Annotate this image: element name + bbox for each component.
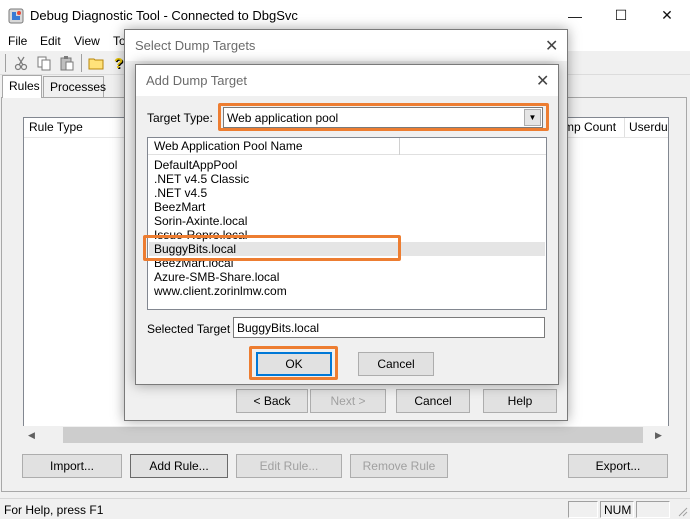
ok-button-label: OK: [285, 357, 303, 371]
app-pool-list-header: Web Application Pool Name: [148, 138, 546, 155]
maximize-icon: ☐: [614, 7, 628, 23]
toolbar-separator: [5, 54, 6, 72]
maximize-button[interactable]: ☐: [598, 0, 644, 31]
help-button[interactable]: Help: [483, 389, 557, 413]
column-pool-name[interactable]: Web Application Pool Name: [154, 139, 303, 153]
scroll-left-icon[interactable]: ◀: [23, 426, 40, 444]
dialog-cancel-button-label: Cancel: [377, 357, 415, 371]
export-button-label: Export...: [595, 459, 641, 473]
status-pane-scrl: [636, 501, 670, 518]
edit-rule-button[interactable]: Edit Rule...: [236, 454, 342, 478]
window-title: Debug Diagnostic Tool - Connected to Dbg…: [30, 8, 298, 23]
chevron-down-icon[interactable]: ▼: [524, 109, 541, 126]
svg-text:?: ?: [114, 55, 123, 71]
list-item[interactable]: .NET v4.5 Classic: [149, 172, 545, 186]
statusbar: For Help, press F1 NUM: [0, 498, 690, 519]
export-button[interactable]: Export...: [568, 454, 668, 478]
scroll-right-icon[interactable]: ▶: [650, 426, 667, 444]
menu-view[interactable]: View: [74, 34, 100, 48]
list-item[interactable]: Sorin-Axinte.local: [149, 214, 545, 228]
main-titlebar: Debug Diagnostic Tool - Connected to Dbg…: [0, 0, 690, 31]
app-pool-list[interactable]: Web Application Pool Name DefaultAppPool…: [147, 137, 547, 310]
target-type-value: Web application pool: [227, 111, 339, 125]
select-dump-targets-title: Select Dump Targets: [135, 38, 256, 53]
cancel-button-label: Cancel: [414, 394, 452, 408]
list-item[interactable]: www.client.zorinlmw.com: [149, 284, 545, 298]
minimize-icon: —: [568, 7, 582, 24]
column-rule-type[interactable]: Rule Type: [29, 120, 83, 134]
scroll-thumb[interactable]: [63, 427, 643, 443]
minimize-button[interactable]: —: [552, 0, 598, 31]
column-separator: [399, 138, 400, 155]
add-rule-button[interactable]: Add Rule...: [130, 454, 228, 478]
next-button[interactable]: Next >: [310, 389, 386, 413]
remove-rule-button[interactable]: Remove Rule: [350, 454, 448, 478]
dialog-cancel-button[interactable]: Cancel: [358, 352, 434, 376]
open-folder-icon[interactable]: [88, 55, 104, 71]
list-item[interactable]: DefaultAppPool: [149, 158, 545, 172]
list-item-selected[interactable]: BuggyBits.local: [149, 242, 545, 256]
add-dump-target-dialog: Add Dump Target ✕ Target Type: Web appli…: [135, 64, 559, 385]
cancel-button[interactable]: Cancel: [396, 389, 470, 413]
list-item[interactable]: Issue-Repro.local: [149, 228, 545, 242]
back-button-label: < Back: [253, 394, 291, 408]
back-button[interactable]: < Back: [236, 389, 308, 413]
column-separator: [624, 118, 625, 137]
horizontal-scrollbar[interactable]: ◀ ▶: [23, 426, 669, 444]
status-num: NUM: [600, 501, 634, 518]
copy-icon[interactable]: [36, 55, 52, 71]
selected-target-field[interactable]: BuggyBits.local: [233, 317, 545, 338]
status-pane-empty: [568, 501, 598, 518]
size-grip-icon[interactable]: [676, 505, 688, 517]
close-button[interactable]: ✕: [644, 0, 690, 31]
tab-processes[interactable]: Processes: [43, 76, 106, 98]
select-dump-targets-titlebar: Select Dump Targets ✕: [125, 30, 567, 61]
list-item[interactable]: .NET v4.5: [149, 186, 545, 200]
import-button[interactable]: Import...: [22, 454, 122, 478]
remove-rule-button-label: Remove Rule: [362, 459, 436, 473]
selected-target-label: Selected Target: [147, 322, 231, 336]
menu-file[interactable]: File: [8, 34, 27, 48]
column-dump-count[interactable]: mp Count: [564, 120, 616, 134]
paste-icon[interactable]: [59, 55, 75, 71]
column-userdump[interactable]: Userdu: [629, 120, 668, 134]
toolbar-separator: [81, 54, 82, 72]
target-type-combo[interactable]: Web application pool ▼: [223, 107, 543, 128]
close-icon: ✕: [661, 7, 673, 23]
ok-button[interactable]: OK: [256, 352, 332, 376]
import-button-label: Import...: [49, 459, 94, 473]
add-dump-target-title: Add Dump Target: [146, 73, 247, 88]
next-button-label: Next >: [330, 394, 366, 408]
help-button-label: Help: [507, 394, 533, 408]
status-help-text: For Help, press F1: [4, 503, 104, 517]
close-icon[interactable]: ✕: [545, 36, 558, 56]
list-item[interactable]: Azure-SMB-Share.local: [149, 270, 545, 284]
add-dump-target-titlebar: Add Dump Target ✕: [136, 65, 558, 96]
list-item[interactable]: BeezMart.local: [149, 256, 545, 270]
target-type-label: Target Type:: [147, 111, 213, 125]
close-icon[interactable]: ✕: [536, 71, 549, 91]
app-icon: [8, 8, 24, 24]
add-rule-button-label: Add Rule...: [149, 459, 209, 473]
tab-rules[interactable]: Rules: [2, 75, 42, 98]
menu-edit[interactable]: Edit: [40, 34, 61, 48]
cut-icon[interactable]: [13, 55, 29, 71]
edit-rule-button-label: Edit Rule...: [259, 459, 319, 473]
list-item[interactable]: BeezMart: [149, 200, 545, 214]
